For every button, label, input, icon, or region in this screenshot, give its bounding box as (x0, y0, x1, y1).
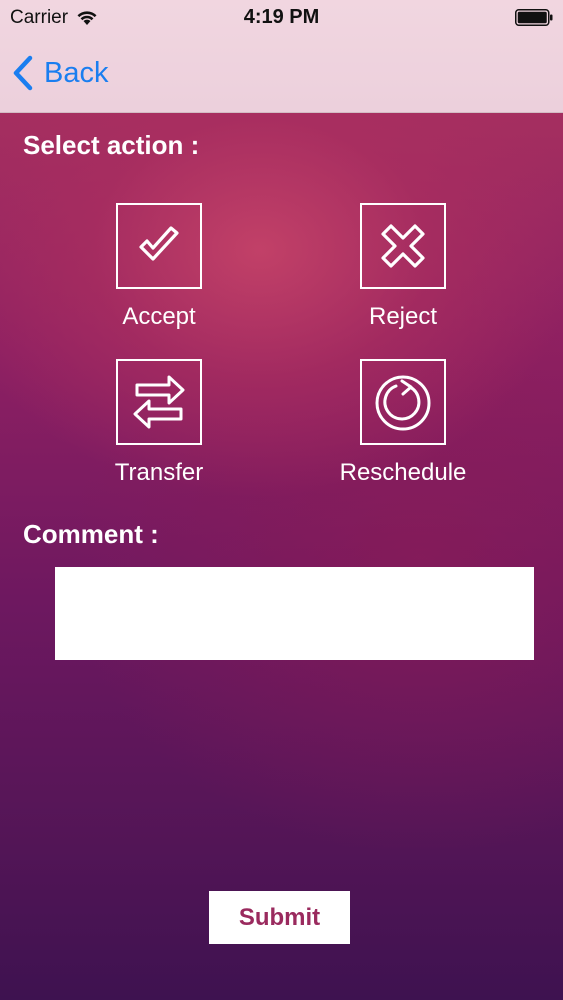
cross-icon (381, 224, 425, 268)
check-icon (139, 226, 179, 261)
reject-label: Reject (368, 303, 438, 330)
transfer-label: Transfer (114, 459, 204, 486)
back-button[interactable]: Back (12, 55, 108, 91)
reschedule-icon-box (360, 359, 446, 445)
back-label: Back (44, 56, 109, 89)
comment-input[interactable] (55, 567, 534, 660)
accept-label: Accept (122, 303, 196, 330)
select-action-label: Select action : (23, 130, 200, 160)
reschedule-label: Reschedule (339, 459, 467, 486)
reschedule-refresh-icon (375, 375, 431, 431)
navigation-bar: Carrier 4:19 PM Back (0, 0, 563, 113)
comment-label: Comment : (23, 519, 159, 549)
battery-icon (515, 9, 553, 26)
accept-action-button[interactable]: Accept (59, 203, 259, 331)
transfer-icon-box (116, 359, 202, 445)
accept-icon-box (116, 203, 202, 289)
chevron-left-icon (13, 55, 33, 91)
transfer-action-button[interactable]: Transfer (59, 359, 259, 487)
status-time: 4:19 PM (243, 6, 320, 28)
reschedule-action-button[interactable]: Reschedule (303, 359, 503, 487)
submit-button[interactable]: Submit (209, 891, 350, 944)
reject-icon-box (360, 203, 446, 289)
status-bar: Carrier 4:19 PM (0, 0, 563, 38)
transfer-arrows-icon (133, 375, 185, 429)
reject-action-button[interactable]: Reject (303, 203, 503, 331)
